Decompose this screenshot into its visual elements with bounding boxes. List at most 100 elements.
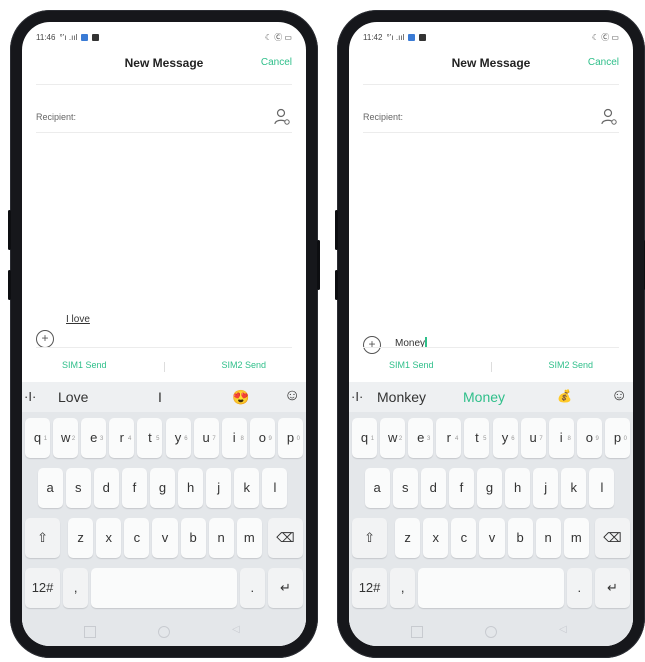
key-p[interactable]: p0 (277, 418, 303, 458)
period-key[interactable]: . (239, 568, 265, 608)
key-a[interactable]: a (364, 468, 390, 508)
key-a[interactable]: a (37, 468, 63, 508)
cancel-button[interactable]: Cancel (261, 57, 292, 68)
sim1-send-button[interactable]: SIM1 Send (62, 360, 107, 370)
key-t[interactable]: t5 (464, 418, 490, 458)
key-o[interactable]: o9 (576, 418, 602, 458)
backspace-key[interactable]: ⌫ (267, 518, 303, 558)
home-icon[interactable] (158, 626, 170, 638)
key-p[interactable]: p0 (604, 418, 630, 458)
key-h[interactable]: h (505, 468, 531, 508)
add-attachment-icon[interactable]: + (36, 330, 54, 348)
key-e[interactable]: e3 (408, 418, 434, 458)
enter-key[interactable]: ↵ (267, 568, 303, 608)
cursor-icon[interactable]: ·I· (351, 389, 363, 404)
key-s[interactable]: s (65, 468, 91, 508)
key-l[interactable]: l (262, 468, 288, 508)
key-label: ⇧ (37, 530, 49, 545)
key-n[interactable]: n (208, 518, 234, 558)
shift-key[interactable]: ⇧ (25, 518, 61, 558)
key-label: l (273, 480, 277, 495)
key-i[interactable]: i8 (221, 418, 247, 458)
key-j[interactable]: j (206, 468, 232, 508)
key-d[interactable]: d (420, 468, 446, 508)
key-m[interactable]: m (236, 518, 262, 558)
back-icon[interactable]: ◁ (232, 624, 240, 635)
key-y[interactable]: y6 (492, 418, 518, 458)
suggestion-2[interactable]: Money (463, 389, 505, 405)
numbers-key[interactable]: 12# (352, 568, 388, 608)
period-key[interactable]: . (566, 568, 592, 608)
key-j[interactable]: j (533, 468, 559, 508)
enter-key[interactable]: ↵ (594, 568, 630, 608)
key-t[interactable]: t5 (137, 418, 163, 458)
key-u[interactable]: u7 (520, 418, 546, 458)
key-v[interactable]: v (479, 518, 505, 558)
emoji-suggestion-icon[interactable]: 😍 (232, 389, 249, 406)
key-z[interactable]: z (68, 518, 94, 558)
add-contact-icon[interactable] (601, 108, 617, 126)
back-icon[interactable]: ◁ (559, 624, 567, 635)
shift-key[interactable]: ⇧ (352, 518, 388, 558)
key-k[interactable]: k (234, 468, 260, 508)
key-label: 12# (358, 580, 381, 595)
key-r[interactable]: r4 (436, 418, 462, 458)
key-l[interactable]: l (589, 468, 615, 508)
suggestion-1[interactable]: Love (58, 389, 88, 405)
key-label: m (570, 530, 582, 545)
add-attachment-icon[interactable]: + (363, 336, 381, 354)
sim2-send-button[interactable]: SIM2 Send (221, 360, 266, 370)
key-c[interactable]: c (124, 518, 150, 558)
message-input[interactable]: I love (66, 314, 90, 325)
home-icon[interactable] (485, 626, 497, 638)
key-r[interactable]: r4 (109, 418, 135, 458)
key-u[interactable]: u7 (193, 418, 219, 458)
key-m[interactable]: m (563, 518, 589, 558)
key-f[interactable]: f (448, 468, 474, 508)
backspace-key[interactable]: ⌫ (594, 518, 630, 558)
key-x[interactable]: x (423, 518, 449, 558)
key-q[interactable]: q1 (352, 418, 378, 458)
add-contact-icon[interactable] (274, 108, 290, 126)
key-y[interactable]: y6 (165, 418, 191, 458)
numbers-key[interactable]: 12# (25, 568, 61, 608)
cursor-icon[interactable]: ·I· (24, 389, 36, 404)
key-g[interactable]: g (476, 468, 503, 508)
recipient-row[interactable]: Recipient: (363, 106, 619, 132)
emoji-keyboard-icon[interactable]: ☺ (284, 387, 300, 405)
key-b[interactable]: b (507, 518, 533, 558)
key-x[interactable]: x (96, 518, 122, 558)
suggestion-2[interactable]: I (158, 389, 162, 405)
divider (363, 347, 619, 348)
comma-key[interactable]: , (390, 568, 416, 608)
recipient-row[interactable]: Recipient: (36, 106, 292, 132)
sim2-send-button[interactable]: SIM2 Send (548, 360, 593, 370)
space-key[interactable] (418, 568, 564, 608)
space-key[interactable] (91, 568, 237, 608)
comma-key[interactable]: , (63, 568, 89, 608)
key-o[interactable]: o9 (249, 418, 275, 458)
key-n[interactable]: n (535, 518, 561, 558)
key-q[interactable]: q1 (25, 418, 51, 458)
key-b[interactable]: b (180, 518, 206, 558)
key-i[interactable]: i8 (548, 418, 574, 458)
key-s[interactable]: s (392, 468, 418, 508)
key-v[interactable]: v (152, 518, 178, 558)
key-e[interactable]: e3 (81, 418, 107, 458)
cancel-button[interactable]: Cancel (588, 57, 619, 68)
key-w[interactable]: w2 (53, 418, 79, 458)
emoji-suggestion-icon[interactable]: 💰 (557, 389, 572, 403)
key-f[interactable]: f (121, 468, 147, 508)
key-z[interactable]: z (395, 518, 421, 558)
key-g[interactable]: g (149, 468, 176, 508)
recent-apps-icon[interactable] (411, 626, 423, 638)
recent-apps-icon[interactable] (84, 626, 96, 638)
key-k[interactable]: k (561, 468, 587, 508)
key-d[interactable]: d (93, 468, 119, 508)
sim1-send-button[interactable]: SIM1 Send (389, 360, 434, 370)
emoji-keyboard-icon[interactable]: ☺ (611, 387, 627, 405)
key-c[interactable]: c (451, 518, 477, 558)
suggestion-1[interactable]: Monkey (377, 389, 426, 405)
key-h[interactable]: h (178, 468, 204, 508)
key-w[interactable]: w2 (380, 418, 406, 458)
